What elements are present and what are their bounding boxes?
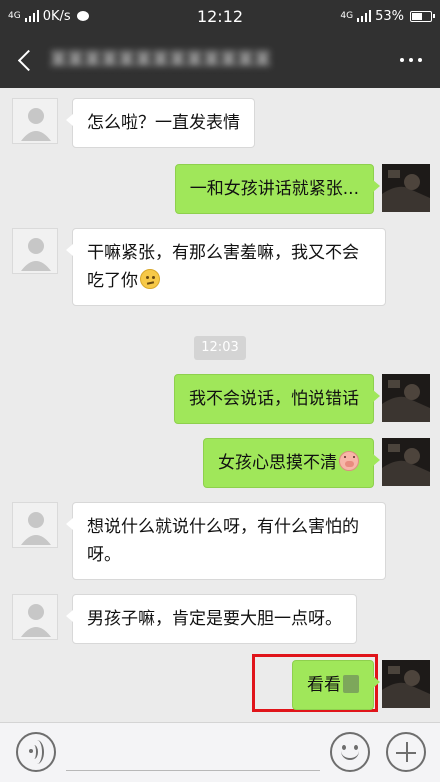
message-text: 一和女孩讲话就紧张... <box>189 179 359 199</box>
chat-header: 某某某某某某某某某某某某某 <box>0 32 440 88</box>
back-button[interactable] <box>12 44 40 76</box>
message-input[interactable] <box>66 735 320 771</box>
message-bubble-sent[interactable]: 一和女孩讲话就紧张... <box>174 164 381 214</box>
signal-icon-right <box>357 10 372 22</box>
thinking-emoji-icon <box>140 269 160 289</box>
user-avatar[interactable] <box>382 374 430 422</box>
message-text: 女孩心思摸不清 <box>218 453 337 473</box>
message-text: 干嘛紧张，有那么害羞嘛，我又不会吃了你 <box>87 243 359 291</box>
emoji-button[interactable] <box>330 732 370 772</box>
user-avatar[interactable] <box>382 660 430 708</box>
timestamp: 12:03 <box>194 336 246 360</box>
battery-icon <box>410 10 435 22</box>
message-text: 男孩子嘛，肯定是要大胆一点呀。 <box>87 609 342 629</box>
contact-avatar[interactable] <box>12 98 58 144</box>
input-bar <box>0 722 440 782</box>
contact-avatar[interactable] <box>12 228 58 274</box>
status-bar: 4G 0K/s 12:12 4G 53% <box>0 0 440 32</box>
message-bubble-received[interactable]: 想说什么就说什么呀，有什么害怕的呀。 <box>66 502 386 580</box>
message-text: 我不会说话，怕说错话 <box>189 389 359 409</box>
message-bubble-received[interactable]: 干嘛紧张，有那么害羞嘛，我又不会吃了你 <box>66 228 386 306</box>
pig-emoji-icon <box>339 451 359 471</box>
message-text: 看看 <box>307 675 341 695</box>
message-bubble-sent[interactable]: 我不会说话，怕说错话 <box>174 374 380 424</box>
contact-avatar[interactable] <box>12 594 58 640</box>
message-bubble-received[interactable]: 怎么啦？一直发表情 <box>66 98 255 148</box>
network-indicator-right: 4G <box>340 10 354 21</box>
more-actions-button[interactable] <box>386 732 426 772</box>
user-avatar[interactable] <box>382 164 430 212</box>
battery-percent: 53% <box>375 8 404 24</box>
chat-title: 某某某某某某某某某某某某某 <box>50 50 271 70</box>
more-options-button[interactable] <box>396 50 426 70</box>
message-bubble-sent[interactable]: 看看 <box>292 660 380 710</box>
voice-input-button[interactable] <box>16 732 56 772</box>
user-avatar[interactable] <box>382 438 430 486</box>
message-bubble-sent[interactable]: 女孩心思摸不清 <box>203 438 380 488</box>
chat-area[interactable]: 怎么啦？一直发表情 一和女孩讲话就紧张... 干嘛紧张，有那么害羞嘛，我又不会吃… <box>0 88 440 722</box>
message-text: 怎么啦？一直发表情 <box>87 113 240 133</box>
contact-avatar[interactable] <box>12 502 58 548</box>
sticker-emoji-icon <box>343 675 359 693</box>
message-bubble-received[interactable]: 男孩子嘛，肯定是要大胆一点呀。 <box>66 594 357 644</box>
message-text: 想说什么就说什么呀，有什么害怕的呀。 <box>87 517 359 565</box>
